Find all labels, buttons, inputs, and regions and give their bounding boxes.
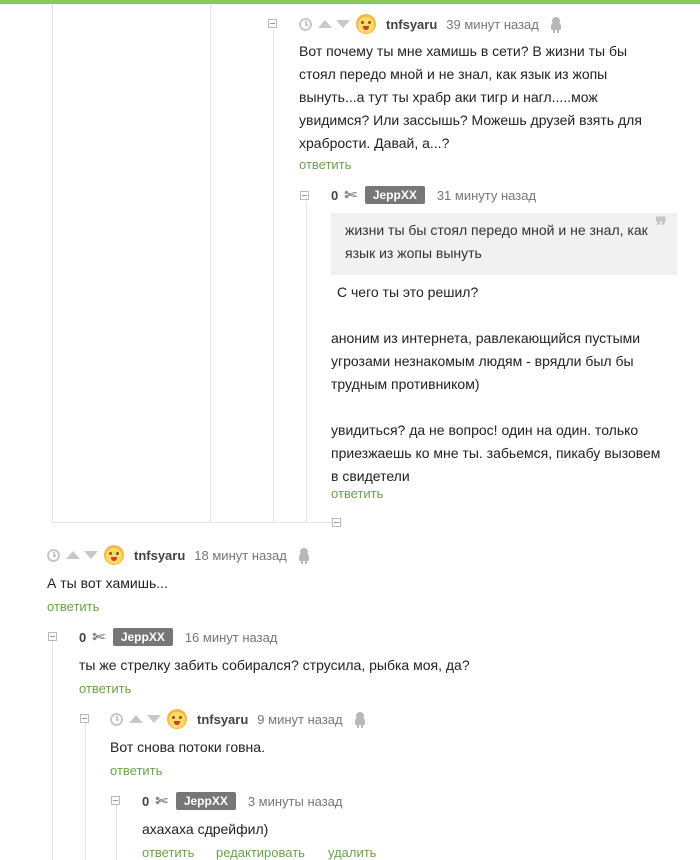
thread-line: [52, 4, 53, 522]
avatar[interactable]: [356, 14, 376, 34]
comment-line: вынуть...а тут ты храбр аки тигр и нагл.…: [299, 89, 598, 105]
downvote-icon[interactable]: [84, 551, 98, 559]
comment-line: аноним из интернета, равлекающийся пусты…: [331, 330, 641, 346]
thread-line: [52, 638, 53, 860]
reply-link[interactable]: ответить: [331, 486, 383, 501]
comment-line: Вот почему ты мне хамишь в сети? В жизни…: [299, 43, 628, 59]
edit-link[interactable]: редактировать: [216, 845, 305, 860]
comment-line: Вот снова потоки говна.: [110, 739, 265, 755]
reply-link[interactable]: ответить: [47, 599, 99, 614]
thread-line: [116, 802, 117, 860]
comment-line: А ты вот хамишь...: [47, 575, 168, 591]
collapse-toggle[interactable]: [80, 714, 89, 723]
comment-line: ахахаха сдрейфил): [142, 821, 269, 837]
downvote-icon[interactable]: [336, 20, 350, 28]
comment-time[interactable]: 16 минут назад: [185, 630, 278, 645]
comment-time[interactable]: 18 минут назад: [194, 548, 287, 563]
comment-line: стоял передо мной и не знал, как язык из…: [299, 66, 608, 82]
comment-line: [331, 396, 691, 419]
quote-block: ❞ жизни ты бы стоял передо мной и не зна…: [331, 213, 677, 275]
comment-header: tnfsyaru 9 минут назад: [110, 709, 365, 729]
top-accent-bar: [0, 0, 700, 4]
avatar[interactable]: [167, 709, 187, 729]
comment-line: трудным противником): [331, 376, 480, 392]
comment-header: 0 ✄ JeppXX 3 минуты назад: [142, 791, 355, 811]
android-icon: [354, 712, 365, 728]
avatar[interactable]: [104, 545, 124, 565]
thread-line: [85, 720, 86, 860]
comment-text: ахахаха сдрейфил): [142, 818, 682, 841]
comment-text: А ты вот хамишь...: [47, 572, 667, 595]
comment-author[interactable]: tnfsyaru: [386, 17, 437, 32]
comment-time[interactable]: 31 минуту назад: [437, 188, 536, 203]
quote-line: жизни ты бы стоял передо мной и не знал,…: [345, 222, 648, 238]
clock-icon: [299, 17, 312, 31]
thread-line: [52, 522, 342, 523]
collapse-toggle[interactable]: [268, 19, 277, 28]
author-badge[interactable]: JeppXX: [175, 792, 236, 810]
android-icon: [298, 548, 309, 564]
comment-text: ты же стрелку забить собирался? струсила…: [79, 654, 679, 677]
reply-link[interactable]: ответить: [110, 763, 162, 778]
comment-header: tnfsyaru 39 минут назад: [299, 14, 561, 34]
reply-link[interactable]: ответить: [142, 845, 194, 860]
comment-line: приезжаешь ко мне ты. забьемся, пикабу в…: [331, 445, 661, 461]
comment-rating: 0: [142, 793, 150, 809]
comment-line: [331, 304, 691, 327]
collapse-toggle[interactable]: [300, 191, 309, 200]
thread-line: [306, 202, 307, 522]
upvote-icon[interactable]: [66, 551, 80, 559]
delete-link[interactable]: удалить: [328, 845, 376, 860]
comment-author[interactable]: tnfsyaru: [197, 712, 248, 727]
comment-time[interactable]: 3 минуты назад: [248, 794, 343, 809]
comment-rating: 0: [79, 629, 87, 645]
comment-line: С чего ты это решил?: [337, 284, 479, 300]
upvote-icon[interactable]: [318, 20, 332, 28]
downvote-icon[interactable]: [147, 715, 161, 723]
comment-line: храбрости. Давай, а...?: [299, 135, 450, 151]
comment-header: 0 ✄ JeppXX 16 минут назад: [79, 627, 289, 647]
comment-header: tnfsyaru 18 минут назад: [47, 545, 309, 565]
comment-time[interactable]: 39 минут назад: [446, 17, 539, 32]
quote-line: язык из жопы вынуть: [345, 245, 482, 261]
comment-author[interactable]: tnfsyaru: [134, 548, 185, 563]
reply-link[interactable]: ответить: [79, 681, 131, 696]
scissors-icon: ✄: [92, 628, 105, 646]
collapse-toggle[interactable]: [111, 796, 120, 805]
scissors-icon: ✄: [344, 186, 357, 204]
comment-line: увидиться? да не вопрос! один на один. т…: [331, 422, 639, 438]
quote-icon: ❞: [655, 213, 667, 239]
comment-header: 0 ✄ JeppXX 31 минуту назад: [331, 185, 548, 205]
thread-line: [210, 4, 211, 522]
thread-line: [273, 30, 274, 522]
comment-line: увидимся? Или зассышь? Можешь друзей взя…: [299, 112, 642, 128]
author-badge[interactable]: JeppXX: [364, 186, 425, 204]
comment-line: ты же стрелку забить собирался? струсила…: [79, 657, 470, 673]
comment-text: С чего ты это решил? аноним из интернета…: [331, 281, 691, 488]
comment-text: Вот снова потоки говна.: [110, 736, 670, 759]
comment-line: угрозами незнакомым людям - врядли был б…: [331, 353, 634, 369]
collapse-toggle[interactable]: [332, 518, 341, 527]
reply-link[interactable]: ответить: [299, 157, 351, 172]
clock-icon: [110, 712, 123, 726]
comment-text: Вот почему ты мне хамишь в сети? В жизни…: [299, 40, 689, 155]
comment-rating: 0: [331, 187, 339, 203]
author-badge[interactable]: JeppXX: [112, 628, 173, 646]
comment-time[interactable]: 9 минут назад: [257, 712, 342, 727]
comment-line: в свидетели: [331, 468, 410, 484]
collapse-toggle[interactable]: [48, 632, 57, 641]
upvote-icon[interactable]: [129, 715, 143, 723]
android-icon: [550, 17, 561, 33]
clock-icon: [47, 548, 60, 562]
scissors-icon: ✄: [155, 792, 168, 810]
